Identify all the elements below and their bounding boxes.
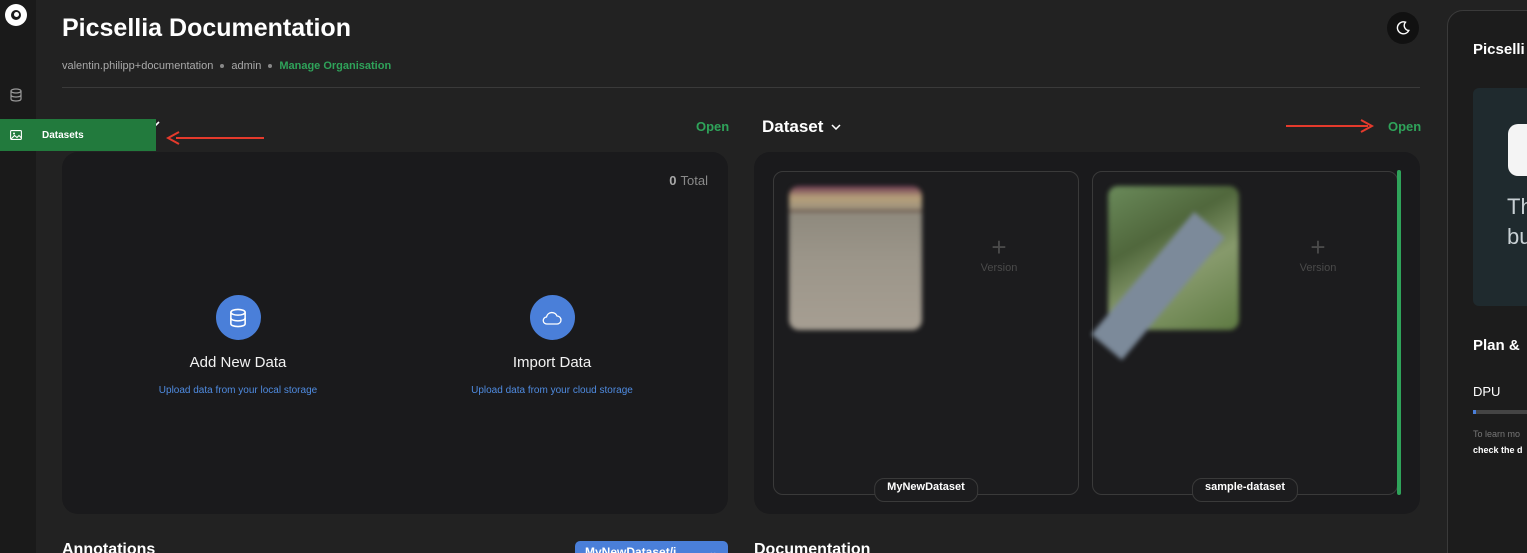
plus-icon: +	[1310, 232, 1326, 262]
database-icon[interactable]	[10, 88, 22, 102]
open-dataset-link[interactable]: Open	[1388, 119, 1421, 134]
breadcrumb-separator	[220, 64, 225, 68]
annotation-arrow	[1286, 125, 1368, 127]
chevron-down-icon: ⌄	[707, 545, 718, 553]
check-docs-link[interactable]: check the d	[1473, 445, 1523, 455]
chevron-down-icon	[831, 124, 841, 130]
import-data-button[interactable]: Import Data Upload data from your cloud …	[402, 295, 702, 396]
promo-banner[interactable]: Th bu	[1473, 88, 1527, 306]
add-new-data-label: Add New Data	[189, 354, 287, 371]
breadcrumb-role: admin	[231, 60, 262, 72]
picsellia-logo[interactable]	[5, 4, 27, 26]
documentation-title: Documentation	[754, 541, 871, 553]
sidebar-tooltip-label: Datasets	[42, 129, 84, 141]
open-data-link[interactable]: Open	[696, 119, 729, 134]
dataset-select[interactable]: MyNewDataset/i... ⌄	[575, 541, 728, 553]
dataset-name: sample-dataset	[1191, 478, 1299, 502]
cloud-icon	[529, 295, 575, 340]
import-data-label: Import Data	[512, 354, 592, 371]
right-panel-title: Picselli	[1473, 41, 1525, 58]
dataset-section-title[interactable]: Dataset	[762, 117, 841, 137]
arrow-head-left-icon	[166, 131, 180, 145]
total-count: 0 Total	[669, 173, 708, 188]
moon-icon	[1396, 21, 1410, 35]
dataset-card: + Version MyNewDataset + Version sample-…	[754, 152, 1420, 514]
right-panel: Picselli Th bu Plan & DPU To learn mo ch…	[1447, 10, 1527, 553]
database-icon	[215, 295, 261, 340]
manage-organisation-link[interactable]: Manage Organisation	[279, 60, 391, 72]
add-new-data-sub: Upload data from your local storage	[158, 385, 318, 396]
plan-title: Plan &	[1473, 337, 1520, 354]
dataset-thumbnail	[1091, 186, 1239, 361]
add-version-button[interactable]: + Version	[1288, 234, 1348, 274]
picsellia-logo	[1508, 124, 1527, 176]
image-icon	[10, 130, 22, 140]
plus-icon: +	[991, 232, 1007, 262]
scrollbar[interactable]	[1397, 170, 1401, 495]
arrow-head-right-icon	[1360, 119, 1374, 133]
add-version-button[interactable]: + Version	[969, 234, 1029, 274]
dpu-progress-bar	[1473, 410, 1527, 414]
breadcrumb-user: valentin.philipp+documentation	[62, 60, 214, 72]
header-divider	[62, 87, 1420, 88]
dataset-tile[interactable]: + Version MyNewDataset	[773, 171, 1079, 502]
dataset-name: MyNewDataset	[874, 478, 978, 502]
left-rail	[0, 0, 36, 553]
annotation-arrow	[176, 137, 264, 139]
page-title: Picsellia Documentation	[62, 14, 351, 42]
theme-toggle-button[interactable]	[1387, 12, 1419, 44]
data-card: 0 Total Add New Data Upload data from you…	[62, 152, 728, 514]
import-data-sub: Upload data from your cloud storage	[471, 385, 633, 396]
learn-more-text: To learn mo	[1473, 429, 1521, 439]
breadcrumb: valentin.philipp+documentation admin Man…	[62, 60, 391, 72]
dataset-tile[interactable]: + Version sample-dataset	[1091, 171, 1398, 502]
annotations-title: Annotations	[62, 541, 156, 553]
sidebar-item-datasets[interactable]: Datasets	[0, 119, 156, 151]
add-new-data-button[interactable]: Add New Data Upload data from your local…	[88, 295, 388, 396]
dpu-label: DPU	[1473, 384, 1501, 399]
breadcrumb-separator	[268, 64, 273, 68]
dataset-thumbnail	[789, 186, 922, 330]
